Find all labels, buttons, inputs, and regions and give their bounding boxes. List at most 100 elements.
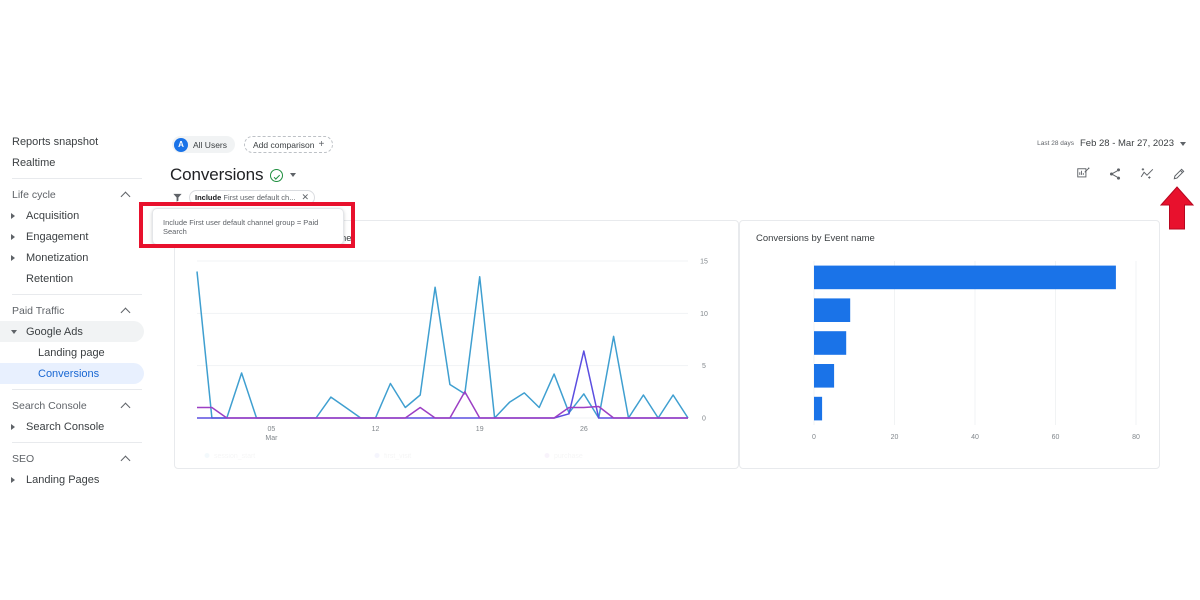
sidebar-divider [12,389,142,390]
caret-down-icon [11,329,17,334]
x-axis-tick: 80 [1132,434,1140,441]
x-axis-tick: 20 [891,434,899,441]
sidebar-item-engagement[interactable]: Engagement [0,226,144,247]
date-preset-label: Last 28 days [1037,140,1074,147]
x-axis-tick: 05 [267,426,275,433]
date-range-selector[interactable]: Last 28 days Feb 28 - Mar 27, 2023 [1037,138,1186,149]
edit-pencil-icon[interactable] [1172,167,1186,181]
page-title-group: Conversions [170,165,297,185]
filter-row: Include First user default ch... ✕ [172,190,316,205]
date-range-label: Feb 28 - Mar 27, 2023 [1080,138,1174,149]
sidebar-item-label: Monetization [26,251,89,264]
add-comparison-button[interactable]: Add comparison + [244,136,334,153]
top-white-band [0,0,1200,122]
y-axis-tick: 10 [700,311,708,318]
svg-text:session_start: session_start [214,453,255,460]
x-axis-tick: 12 [372,426,380,433]
x-axis-tick: 0 [812,434,816,441]
sidebar-item-retention[interactable]: Retention [0,268,144,289]
sidebar-item-monetization[interactable]: Monetization [0,247,144,268]
caret-right-icon [11,212,15,219]
sidebar-section-search-console[interactable]: Search Console [0,395,144,416]
legend-entry: session_start [204,453,255,460]
sidebar-item-label: Reports snapshot [12,135,99,148]
sidebar-section-seo[interactable]: SEO [0,448,144,469]
avatar: A [174,137,188,152]
filter-chip[interactable]: Include First user default ch... ✕ [189,190,316,205]
sidebar-item-reports-snapshot[interactable]: Reports snapshot [0,131,144,152]
x-axis-tick: 40 [971,434,979,441]
title-chevron-down-icon[interactable] [290,173,297,177]
x-axis-tick: 26 [580,426,588,433]
filter-funnel-icon [172,192,183,203]
all-users-chip[interactable]: A All Users [172,136,236,153]
line-series [197,391,688,419]
legend-entry: first_visit [374,453,411,460]
insights-icon[interactable] [1076,167,1090,181]
conversions-over-time-card: Conversions by Event name over time 0510… [174,220,739,469]
close-icon[interactable]: ✕ [301,193,309,202]
chevron-down-icon [1180,141,1186,146]
all-users-label: All Users [193,139,228,150]
bar-chart[interactable]: 0 20 40 60 80 [740,221,1159,468]
sidebar-item-label: Search Console [26,420,105,433]
page-title: Conversions [170,165,264,184]
sidebar-item-conversions[interactable]: Conversions [0,363,144,384]
filter-tooltip: Include First user default channel group… [152,208,344,245]
sidebar-item-search-console[interactable]: Search Console [0,416,144,437]
bar[interactable] [814,265,1116,290]
caret-right-icon [11,476,15,483]
svg-text:purchase: purchase [554,453,583,460]
bar[interactable] [814,331,847,355]
bar[interactable] [814,298,851,322]
add-comparison-label: Add comparison [253,139,315,150]
svg-text:first_visit: first_visit [384,453,411,460]
filter-chip-prefix: Include [195,193,222,202]
sidebar-item-acquisition[interactable]: Acquisition [0,205,144,226]
sidebar-item-label: Realtime [12,156,56,169]
sidebar-section-life-cycle[interactable]: Life cycle [0,184,144,205]
chevron-up-icon [121,190,130,199]
line-chart[interactable]: 0 5 10 15 05 Mar 12 19 26 session_start first_visi… [175,221,738,468]
annotation-red-arrow-icon [1160,186,1194,230]
x-axis-tick: 19 [476,426,484,433]
sidebar-section-label: Paid Traffic [12,304,65,317]
sidebar-divider [12,178,142,179]
caret-right-icon [11,423,15,430]
sidebar-section-label: Life cycle [12,188,56,201]
y-axis-tick: 0 [702,416,706,423]
left-sidebar: Reports snapshot Realtime Life cycle Acq… [0,122,156,600]
sidebar-section-label: Search Console [12,399,87,412]
sidebar-item-label: Retention [26,272,74,285]
bar[interactable] [814,396,823,421]
sidebar-item-label: Acquisition [26,209,80,222]
line-series [197,350,688,419]
filter-chip-value: First user default ch... [223,193,296,202]
caret-right-icon [11,233,15,240]
x-axis-month-label: Mar [265,435,278,442]
share-icon[interactable] [1108,167,1122,181]
report-toolbar-icons [1076,167,1186,181]
bar[interactable] [814,364,835,388]
sidebar-item-label: Engagement [26,230,89,243]
sidebar-item-label: Landing page [38,346,105,359]
sidebar-item-label: Landing Pages [26,473,100,486]
sidebar-item-label: Google Ads [26,325,83,338]
compare-icon[interactable] [1140,167,1154,181]
sidebar-item-realtime[interactable]: Realtime [0,152,144,173]
sidebar-section-paid-traffic[interactable]: Paid Traffic [0,300,144,321]
comparison-chip-row: A All Users Add comparison + [172,136,334,153]
sidebar-item-landing-pages[interactable]: Landing Pages [0,469,144,490]
verified-check-icon [270,168,284,182]
bar-chart-svg: 0 20 40 60 80 [812,261,1140,441]
x-axis-tick: 60 [1052,434,1060,441]
sidebar-divider [12,442,142,443]
line-chart-svg: 05101505Mar12 19 26session_start first_visi… [196,259,708,460]
conversions-by-event-card: Conversions by Event name 0 20 40 60 80 [739,220,1160,469]
sidebar-divider [12,294,142,295]
sidebar-item-label: Conversions [38,367,100,380]
chevron-up-icon [121,454,130,463]
sidebar-section-label: SEO [12,452,35,465]
sidebar-item-landing-page[interactable]: Landing page [0,342,144,363]
sidebar-item-google-ads[interactable]: Google Ads [0,321,144,342]
